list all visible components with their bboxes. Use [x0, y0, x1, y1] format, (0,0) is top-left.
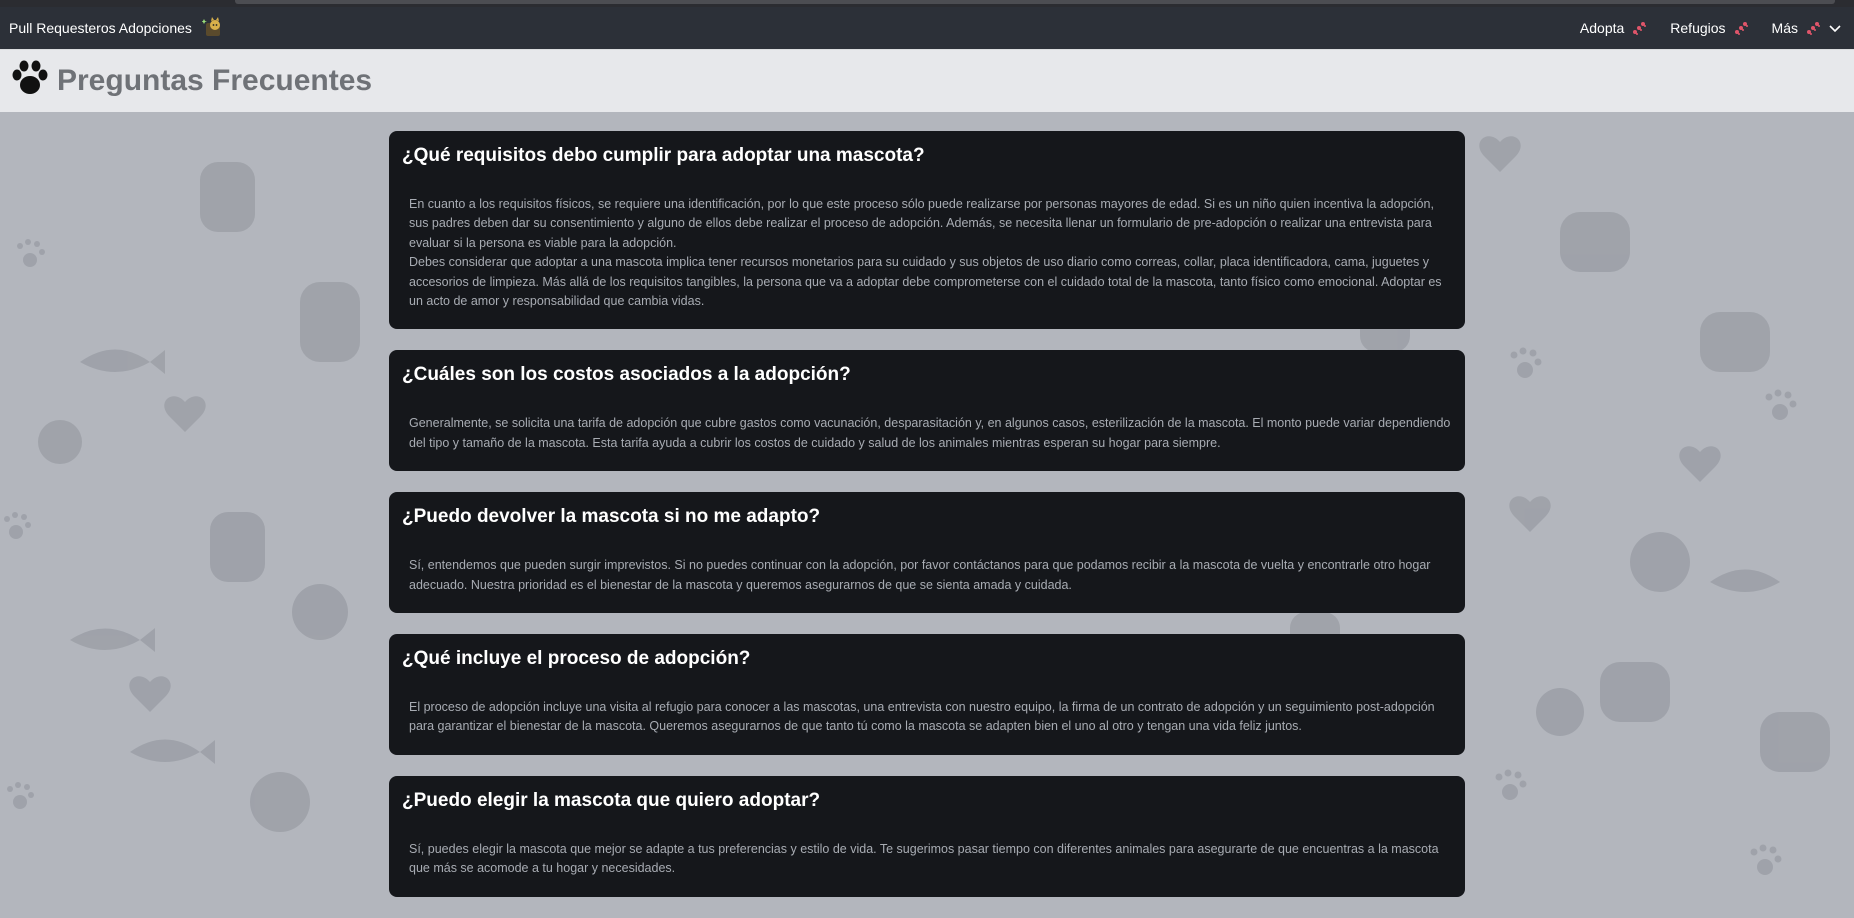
faq-answer: El proceso de adopción incluye una visit… [409, 700, 1435, 734]
faq-question: ¿Qué incluye el proceso de adopción? [402, 648, 751, 670]
paw-prints-icon [1633, 22, 1647, 35]
paw-icon [11, 60, 49, 101]
nav-adopta-link[interactable]: Adopta [1580, 19, 1648, 37]
page-header: Preguntas Frecuentes [0, 49, 1854, 112]
paw-decoration-icon [17, 239, 45, 267]
nav-mas-label: Más [1771, 20, 1798, 36]
nav-adopta-label: Adopta [1579, 20, 1625, 36]
page-title: Preguntas Frecuentes [57, 63, 373, 97]
faq-list: ¿Qué requisitos debo cumplir para adopta… [389, 131, 1465, 918]
faq-question: ¿Puedo elegir la mascota que quiero adop… [402, 789, 821, 811]
browser-top-strip [0, 0, 1854, 7]
faq-answer: Sí, entendemos que pueden surgir imprevi… [409, 558, 1431, 592]
nav-refugios-label: Refugios [1670, 20, 1726, 36]
navbar: Pull Requesteros Adopciones Adopta Refug… [0, 7, 1854, 50]
faq-card: ¿Qué requisitos debo cumplir para adopta… [389, 131, 1465, 330]
faq-answer: En cuanto a los requisitos físicos, se r… [409, 197, 1442, 309]
nav-refugios-link[interactable]: Refugios [1670, 19, 1749, 37]
chevron-down-icon [1829, 25, 1841, 33]
faq-card: ¿Qué incluye el proceso de adopción? El … [389, 634, 1465, 755]
paw-prints-icon [1807, 22, 1820, 35]
faq-card: ¿Puedo devolver la mascota si no me adap… [389, 492, 1465, 614]
faq-answer: Generalmente, se solicita una tarifa de … [409, 416, 1451, 450]
brand-text: Pull Requesteros Adopciones [9, 20, 192, 36]
faq-question: ¿Cuáles son los costos asociados a la ad… [402, 364, 851, 386]
faq-answer: Sí, puedes elegir la mascota que mejor s… [409, 841, 1439, 876]
faq-card: ¿Puedo elegir la mascota que quiero adop… [389, 775, 1465, 897]
paw-prints-icon [1734, 22, 1748, 35]
faq-question: ¿Qué requisitos debo cumplir para adopta… [402, 145, 925, 166]
cat-logo-icon [200, 16, 224, 41]
browser-tab [235, 0, 1835, 4]
navbar-brand[interactable]: Pull Requesteros Adopciones [9, 7, 224, 49]
faq-card: ¿Cuáles son los costos asociados a la ad… [389, 350, 1465, 472]
faq-question: ¿Puedo devolver la mascota si no me adap… [402, 506, 821, 528]
nav-mas-dropdown[interactable]: Más [1772, 19, 1842, 37]
